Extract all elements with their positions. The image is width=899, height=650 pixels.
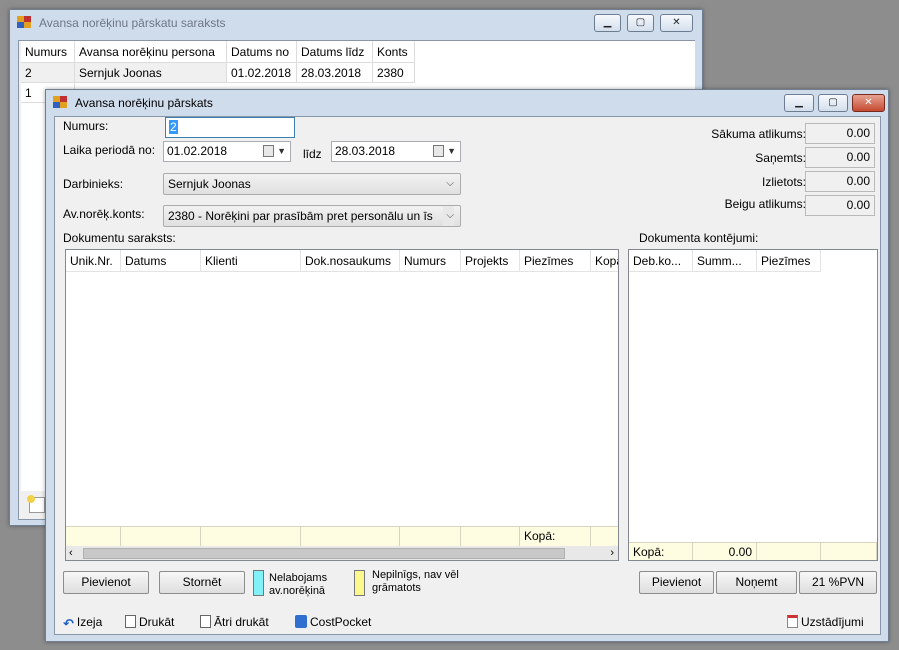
col-projekts[interactable]: Projekts xyxy=(461,250,520,272)
konts-label: Av.norēķ.konts: xyxy=(63,207,145,221)
window-title: Avansa norēķinu pārskatu saraksts xyxy=(39,16,226,30)
totals-row: Kopā: 0.00 xyxy=(629,542,877,560)
app-icon xyxy=(17,16,31,29)
client-area: Numurs: 2 Laika periodā no: 01.02.2018 ▼… xyxy=(54,116,881,635)
documents-grid[interactable]: Unik.Nr. Datums Klienti Dok.nosaukums Nu… xyxy=(65,249,619,561)
add-posting-button[interactable]: Pievienot xyxy=(639,571,714,594)
maximize-button[interactable]: ▢ xyxy=(818,94,848,112)
col-datums-lidz[interactable]: Datums līdz xyxy=(297,41,373,63)
grid-header: Unik.Nr. Datums Klienti Dok.nosaukums Nu… xyxy=(66,250,618,272)
summary-label: Sākuma atlikums: xyxy=(711,127,806,141)
numurs-label: Numurs: xyxy=(63,119,109,133)
scroll-left-icon[interactable]: ‹ xyxy=(69,546,73,560)
settings-document-icon xyxy=(787,615,798,628)
chevron-down-icon: ▼ xyxy=(447,146,456,156)
close-button[interactable]: ✕ xyxy=(660,14,693,32)
col-konts[interactable]: Konts xyxy=(373,41,415,63)
print-preview-icon xyxy=(125,615,136,628)
date-from-picker[interactable]: 01.02.2018 ▼ xyxy=(163,141,291,162)
numurs-field[interactable]: 2 xyxy=(165,117,295,138)
scroll-thumb[interactable] xyxy=(83,548,565,559)
totals-row: Kopā: xyxy=(66,526,618,546)
date-to-picker[interactable]: 28.03.2018 ▼ xyxy=(331,141,461,162)
print-preview-icon xyxy=(200,615,211,628)
chevron-down-icon: ⌵ xyxy=(446,178,454,189)
legend-text: Nelabojams av.norēķinā xyxy=(269,572,328,597)
kont-title: Dokumenta kontējumi: xyxy=(639,231,759,245)
settings-button[interactable]: Uzstādījumi xyxy=(787,613,864,631)
add-document-button[interactable]: Pievienot xyxy=(63,571,149,594)
calendar-icon xyxy=(263,145,274,157)
darbinieks-label: Darbinieks: xyxy=(63,177,124,191)
costpocket-button[interactable]: CostPocket xyxy=(295,613,371,631)
table-row[interactable]: 2 Sernjuk Joonas 01.02.2018 28.03.2018 2… xyxy=(21,63,415,83)
col-piezimes[interactable]: Piezīmes xyxy=(520,250,591,272)
col-kopa[interactable]: Kopā xyxy=(591,250,618,272)
window-title: Avansa norēķinu pārskats xyxy=(75,96,213,110)
calendar-icon xyxy=(433,145,444,157)
remove-posting-button[interactable]: Noņemt xyxy=(716,571,797,594)
legend-text: Nepilnīgs, nav vēl grāmatots xyxy=(372,569,459,594)
legend-swatch-yellow xyxy=(354,570,365,596)
col-numurs[interactable]: Numurs xyxy=(400,250,461,272)
chevron-down-icon: ▼ xyxy=(277,146,286,156)
minimize-button[interactable]: ▁ xyxy=(784,94,814,112)
period-label: Laika periodā no: xyxy=(63,143,156,157)
legend-swatch-cyan xyxy=(253,570,264,596)
download-icon xyxy=(295,615,307,628)
grid-header: Deb.ko... Summ... Piezīmes xyxy=(629,250,821,272)
summary-value: 0.00 xyxy=(805,123,875,144)
account-select[interactable]: 2380 - Norēķini par prasībām pret person… xyxy=(163,205,461,227)
col-unik[interactable]: Unik.Nr. xyxy=(66,250,121,272)
col-datums[interactable]: Datums xyxy=(121,250,201,272)
title-bar[interactable]: Avansa norēķinu pārskatu saraksts ▁ ▢ ✕ xyxy=(10,10,702,36)
summary-label: Izlietots: xyxy=(761,175,806,189)
new-icon[interactable] xyxy=(27,495,45,513)
storno-button[interactable]: Stornēt xyxy=(159,571,245,594)
summary-value: 0.00 xyxy=(805,195,875,216)
minimize-button[interactable]: ▁ xyxy=(594,14,621,32)
quick-print-button[interactable]: Ātri drukāt xyxy=(200,613,269,631)
col-numurs[interactable]: Numurs xyxy=(21,41,75,63)
undo-arrow-icon: ↶ xyxy=(63,616,74,631)
employee-select[interactable]: Sernjuk Joonas ⌵ xyxy=(163,173,461,195)
col-datums-no[interactable]: Datums no xyxy=(227,41,297,63)
grid-header: Numurs Avansa norēķinu persona Datums no… xyxy=(21,41,415,63)
title-bar[interactable]: Avansa norēķinu pārskats ▁ ▢ ✕ xyxy=(46,90,888,116)
horizontal-scrollbar[interactable]: ‹ › xyxy=(66,546,618,560)
summary-label: Beigu atlikums: xyxy=(724,197,806,211)
app-icon xyxy=(53,96,67,109)
report-window: Avansa norēķinu pārskats ▁ ▢ ✕ Numurs: 2… xyxy=(45,89,889,642)
chevron-down-icon: ⌵ xyxy=(443,206,454,226)
maximize-button[interactable]: ▢ xyxy=(627,14,654,32)
col-persona[interactable]: Avansa norēķinu persona xyxy=(75,41,227,63)
close-button[interactable]: ✕ xyxy=(852,94,885,112)
scroll-right-icon[interactable]: › xyxy=(610,546,614,560)
lidz-label: līdz xyxy=(303,147,322,161)
col-doknosaukums[interactable]: Dok.nosaukums xyxy=(301,250,400,272)
summary-label: Saņemts: xyxy=(755,151,806,165)
print-button[interactable]: Drukāt xyxy=(125,613,174,631)
summary-value: 0.00 xyxy=(805,147,875,168)
exit-button[interactable]: ↶ Izeja xyxy=(63,613,102,631)
col-klienti[interactable]: Klienti xyxy=(201,250,301,272)
col-piezimes[interactable]: Piezīmes xyxy=(757,250,821,272)
postings-grid[interactable]: Deb.ko... Summ... Piezīmes Kopā: 0.00 xyxy=(628,249,878,561)
col-summa[interactable]: Summ... xyxy=(693,250,757,272)
summary-value: 0.00 xyxy=(805,171,875,192)
docs-title: Dokumentu saraksts: xyxy=(63,231,176,245)
vat-button[interactable]: 21 %PVN xyxy=(799,571,877,594)
col-debkonts[interactable]: Deb.ko... xyxy=(629,250,693,272)
